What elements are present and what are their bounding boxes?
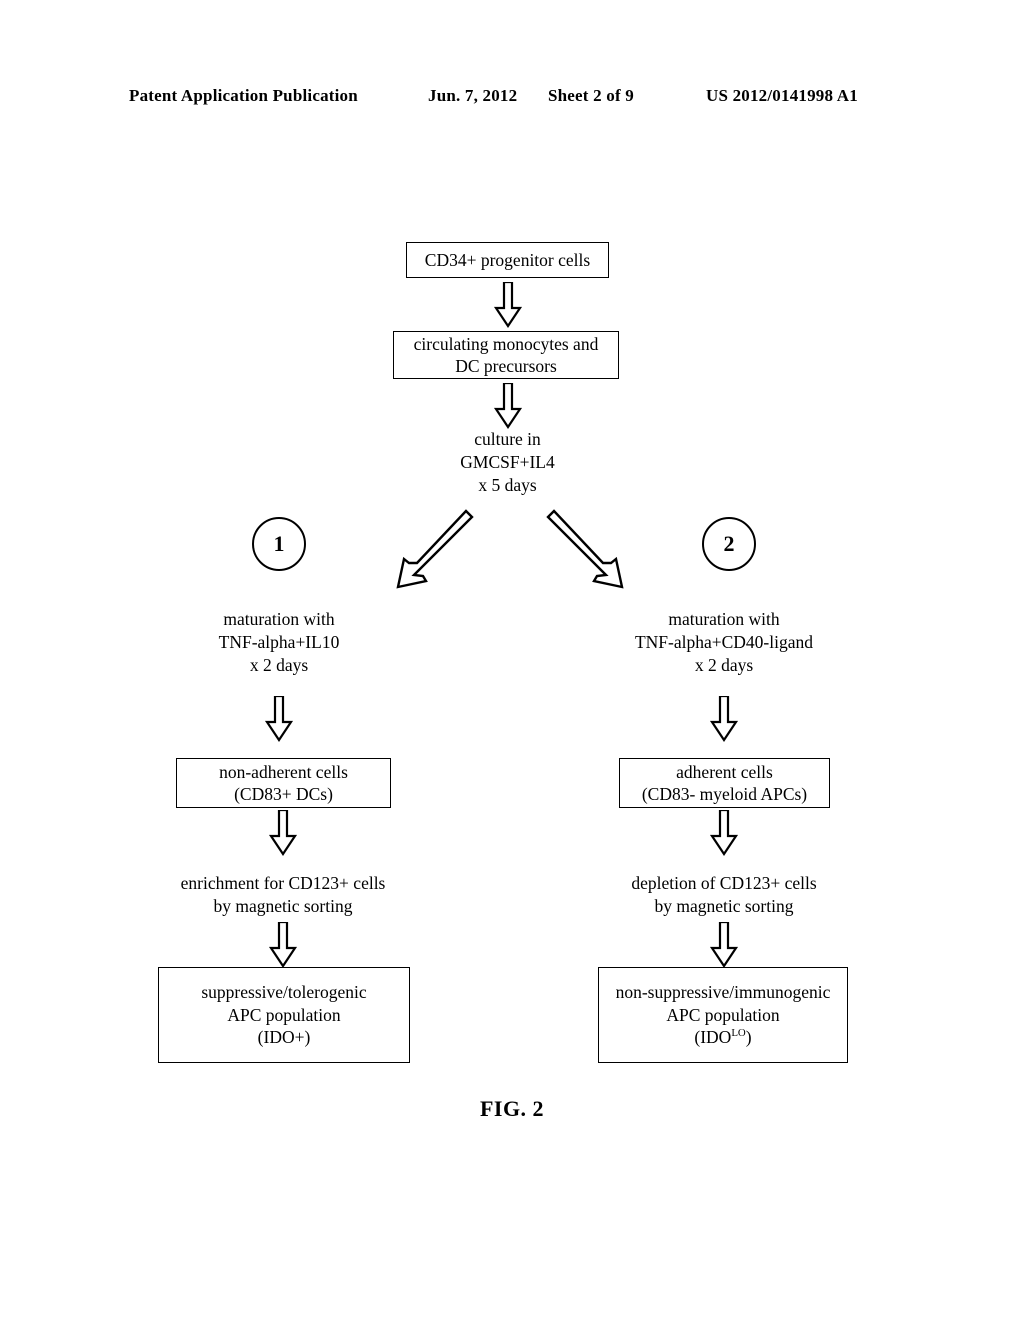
node-non-adherent-cells-line1: non-adherent cells — [219, 761, 348, 782]
node-circulating-monocytes-dc-precursors: circulating monocytes and DC precursors — [393, 331, 619, 379]
label-sorting-right: depletion of CD123+ cells by magnetic so… — [604, 872, 844, 918]
label-culture-line1: culture in — [474, 429, 541, 449]
node-non-suppressive-apc-line3-prefix: (IDO — [694, 1027, 732, 1048]
node-adherent-cells-line2: (CD83- myeloid APCs) — [641, 784, 808, 804]
label-sorting-left: enrichment for CD123+ cells by magnetic … — [163, 872, 403, 918]
node-circulating-monocytes-line2: DC precursors — [455, 356, 557, 376]
label-maturation-right-line3: x 2 days — [694, 654, 754, 675]
badge-pathway-1: 1 — [252, 517, 306, 571]
label-sorting-right-line2: by magnetic sorting — [654, 895, 794, 916]
node-cd34-progenitor-cells: CD34+ progenitor cells — [406, 242, 609, 278]
arrow-progenitor-to-precursors — [493, 282, 523, 328]
arrow-cells-left-to-sorting — [268, 810, 298, 856]
label-maturation-right-line2: TNF-alpha+CD40-ligand — [634, 631, 814, 652]
node-non-suppressive-apc-line1: non-suppressive/immunogenic — [615, 982, 831, 1003]
node-non-suppressive-apc-line2: APC population — [666, 1004, 780, 1025]
node-non-suppressive-apc-line3: (IDOLO) — [694, 1026, 751, 1048]
label-maturation-right-line1: maturation with — [668, 609, 780, 629]
arrow-cells-right-to-sorting — [709, 810, 739, 856]
arrow-precursors-to-culture — [493, 383, 523, 429]
label-maturation-left-line2: TNF-alpha+IL10 — [218, 631, 340, 652]
node-adherent-cells-line1: adherent cells — [676, 761, 773, 782]
node-suppressive-apc-line1: suppressive/tolerogenic — [201, 982, 367, 1003]
arrow-maturation-left-to-cells — [264, 696, 294, 742]
label-sorting-left-line2: by magnetic sorting — [213, 895, 353, 916]
figure-caption: FIG. 2 — [479, 1096, 545, 1121]
label-maturation-left-line1: maturation with — [223, 609, 335, 629]
label-culture-line3: x 5 days — [478, 474, 537, 495]
label-maturation-left: maturation with TNF-alpha+IL10 x 2 days — [163, 608, 395, 676]
node-non-adherent-cells: non-adherent cells (CD83+ DCs) — [176, 758, 391, 808]
arrow-branch-to-pathway-2 — [535, 505, 630, 595]
node-adherent-cells: adherent cells (CD83- myeloid APCs) — [619, 758, 830, 808]
arrow-sorting-right-to-outcome — [709, 922, 739, 968]
node-non-suppressive-apc-line3-superscript: LO — [731, 1027, 746, 1040]
arrow-maturation-right-to-cells — [709, 696, 739, 742]
node-non-suppressive-immunogenic-apc: non-suppressive/immunogenic APC populati… — [598, 967, 848, 1063]
node-suppressive-tolerogenic-apc: suppressive/tolerogenic APC population (… — [158, 967, 410, 1063]
node-suppressive-apc-line2: APC population — [227, 1004, 341, 1025]
label-culture-line2: GMCSF+IL4 — [460, 451, 555, 472]
node-suppressive-apc-line3: (IDO+) — [257, 1027, 311, 1048]
badge-pathway-2: 2 — [702, 517, 756, 571]
label-culture-conditions: culture in GMCSF+IL4 x 5 days — [406, 428, 609, 496]
label-maturation-right: maturation with TNF-alpha+CD40-ligand x … — [608, 608, 840, 676]
node-circulating-monocytes-line1: circulating monocytes and — [413, 333, 599, 354]
label-maturation-left-line3: x 2 days — [249, 654, 309, 675]
badge-pathway-2-label: 2 — [723, 531, 735, 556]
label-sorting-right-line1: depletion of CD123+ cells — [631, 873, 817, 893]
flowchart-figure-2: CD34+ progenitor cells circulating monoc… — [0, 0, 1024, 1320]
badge-pathway-1-label: 1 — [273, 531, 285, 556]
node-non-adherent-cells-line2: (CD83+ DCs) — [234, 784, 333, 804]
arrow-branch-to-pathway-1 — [390, 505, 485, 595]
node-non-suppressive-apc-line3-suffix: ) — [745, 1027, 752, 1048]
arrow-sorting-left-to-outcome — [268, 922, 298, 968]
node-cd34-progenitor-cells-line1: CD34+ progenitor cells — [424, 249, 591, 270]
label-sorting-left-line1: enrichment for CD123+ cells — [180, 873, 386, 893]
